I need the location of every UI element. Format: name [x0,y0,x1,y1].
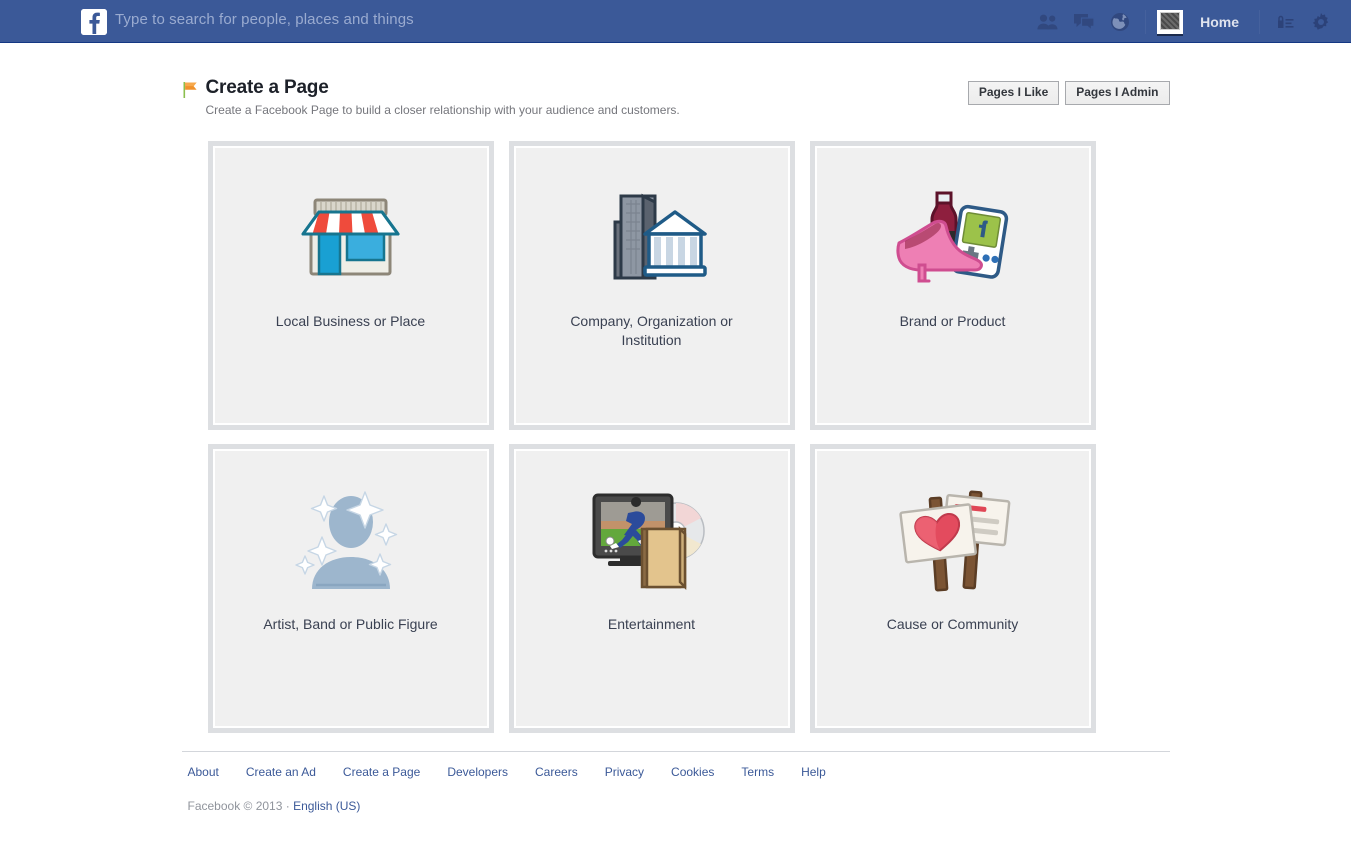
protest-signs-heart-icon [817,451,1089,611]
sparkling-person-icon [215,451,487,611]
card-inner: Local Business or Place [214,148,487,423]
header-button-group: Pages I Like Pages I Admin [967,81,1170,105]
page-footer: About Create an Ad Create a Page Develop… [181,751,1170,813]
profile-avatar-image [1160,11,1181,30]
shoe-bottle-gameboy-icon: ✳ [817,148,1089,308]
create-page-content: Create a Page Create a Facebook Page to … [181,43,1170,813]
footer-link-developers[interactable]: Developers [447,765,508,779]
page-subtitle: Create a Facebook Page to build a closer… [205,103,680,117]
card-inner: Company, Organization or Institution [515,148,788,423]
profile-thumbnail[interactable] [1157,9,1184,34]
search-input[interactable]: Type to search for people, places and th… [115,11,414,28]
nav-divider-1 [1145,9,1147,34]
card-inner: Entertainment [515,451,788,726]
page-type-card-artist-band-or-public-figure[interactable]: Artist, Band or Public Figure [207,444,494,733]
office-buildings-icon [516,148,788,308]
home-link[interactable]: Home [1187,14,1252,30]
footer-copyright: Facebook © 2013 · English (US) [188,799,1170,813]
notifications-globe-icon[interactable] [1106,8,1134,36]
top-navigation-right-group: Home [1030,0,1351,43]
facebook-top-navigation-bar: Type to search for people, places and th… [0,0,1351,43]
page-body: Create a Page Create a Facebook Page to … [0,43,1351,813]
settings-gear-icon[interactable] [1307,8,1335,36]
card-label: Entertainment [607,616,696,632]
tv-disc-book-icon [516,451,788,611]
footer-divider [181,751,1170,752]
page-header-row: Create a Page Create a Facebook Page to … [182,77,1170,127]
page-type-card-brand-or-product[interactable]: ✳ [809,141,1096,430]
card-label: Cause or Community [886,616,1019,632]
privacy-lock-icon[interactable] [1271,8,1299,36]
page-type-grid: Local Business or Place Company, Organiz… [182,141,1170,733]
page-type-card-company-organization-or-institution[interactable]: Company, Organization or Institution [508,141,795,430]
card-inner: Artist, Band or Public Figure [214,451,487,726]
pages-i-like-button[interactable]: Pages I Like [967,81,1060,105]
page-type-card-cause-or-community[interactable]: Cause or Community [809,444,1096,733]
footer-link-create-an-ad[interactable]: Create an Ad [246,765,316,779]
pages-i-admin-button[interactable]: Pages I Admin [1065,81,1170,105]
footer-link-privacy[interactable]: Privacy [605,765,644,779]
storefront-icon [215,148,487,308]
footer-link-cookies[interactable]: Cookies [671,765,714,779]
card-inner: ✳ [816,148,1089,423]
page-title: Create a Page [205,77,329,98]
messages-icon[interactable] [1070,8,1098,36]
page-type-card-local-business-or-place[interactable]: Local Business or Place [207,141,494,430]
copyright-text: Facebook © 2013 · [187,799,294,813]
footer-link-create-a-page[interactable]: Create a Page [343,765,420,779]
footer-link-careers[interactable]: Careers [535,765,578,779]
card-label: Company, Organization or Institution [570,313,733,348]
facebook-logo[interactable] [81,9,107,35]
orange-flag-icon [182,81,202,99]
card-label: Brand or Product [899,313,1006,329]
footer-link-about[interactable]: About [188,765,219,779]
card-label: Artist, Band or Public Figure [263,616,438,632]
card-inner: Cause or Community [816,451,1089,726]
footer-links: About Create an Ad Create a Page Develop… [188,765,1170,779]
friend-requests-icon[interactable] [1034,8,1062,36]
footer-link-help[interactable]: Help [801,765,826,779]
nav-divider-2 [1259,9,1260,34]
footer-link-terms[interactable]: Terms [741,765,774,779]
language-link[interactable]: English (US) [293,799,360,813]
page-type-card-entertainment[interactable]: Entertainment [508,444,795,733]
card-label: Local Business or Place [275,313,426,329]
